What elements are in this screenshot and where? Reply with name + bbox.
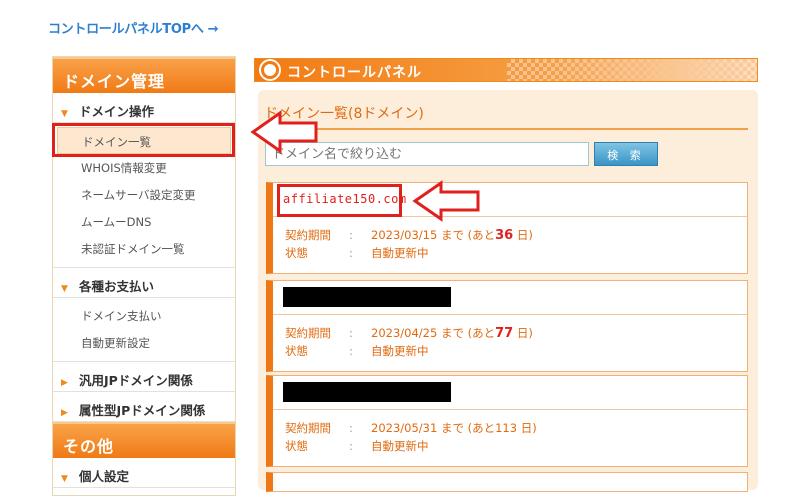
category-label: 個人設定: [79, 469, 130, 484]
domain-name-row: affiliate150.com: [273, 183, 747, 217]
triangle-right-icon: ▶: [61, 378, 68, 388]
gear-icon: [261, 61, 279, 79]
period-label: 契約期間: [285, 421, 331, 435]
sidebar-item-domain-list[interactable]: ドメイン一覧: [57, 127, 231, 154]
colon: :: [349, 344, 353, 358]
status-value: 自動更新中: [371, 439, 429, 453]
remaining-prefix: (あと: [467, 228, 496, 242]
triangle-down-icon: ▼: [61, 474, 68, 484]
sidebar-header-domain-management: ドメイン管理: [53, 57, 235, 93]
remaining-suffix: 日): [520, 421, 537, 435]
domain-meta: 契約期間: 2023/05/31 まで (あと113 日) 状態: 自動更新中: [273, 410, 747, 456]
arrow-right-icon: →: [207, 22, 219, 37]
search-button[interactable]: 検 索: [594, 142, 658, 166]
sidebar-category-personal[interactable]: ▼ 個人設定: [53, 458, 235, 488]
sidebar-item-auto-renew[interactable]: 自動更新設定: [53, 329, 235, 356]
remaining-suffix: 日): [516, 326, 533, 340]
domain-card: affiliate150.com 契約期間: 2023/03/15 まで (あと3…: [266, 182, 748, 274]
sidebar-header-other: その他: [53, 422, 235, 458]
status-label: 状態: [285, 439, 308, 453]
sidebar-category-domain-ops[interactable]: ▼ ドメイン操作: [53, 93, 235, 123]
checker-pattern: [507, 59, 757, 81]
domain-meta: 契約期間: 2023/03/15 まで (あと36 日) 状態: 自動更新中: [273, 217, 747, 263]
remaining-days: 113: [495, 421, 518, 435]
domain-name-row: [273, 281, 747, 315]
remaining-prefix: (あと: [467, 421, 496, 435]
sidebar-item-muumuu-dns[interactable]: ムームーDNS: [53, 208, 235, 235]
remaining-prefix: (あと: [467, 326, 496, 340]
status-value: 自動更新中: [371, 344, 429, 358]
until-text: まで: [440, 228, 464, 242]
domain-filter-input[interactable]: [265, 142, 589, 166]
sidebar-item-whois[interactable]: WHOIS情報変更: [53, 154, 235, 181]
sidebar-item-nameserver[interactable]: ネームサーバ設定変更: [53, 181, 235, 208]
triangle-down-icon: ▼: [61, 284, 68, 294]
remaining-days: 36: [495, 228, 514, 243]
category-label: 各種お支払い: [79, 279, 155, 294]
status-label: 状態: [285, 246, 308, 260]
sidebar-category-payments[interactable]: ▼ 各種お支払い: [53, 268, 235, 298]
category-label: 属性型JPドメイン関係: [79, 403, 206, 418]
domain-list-title: ドメイン一覧(8ドメイン): [264, 106, 424, 122]
remaining-days: 77: [495, 326, 514, 341]
category-label: ドメイン操作: [79, 104, 155, 119]
expiry-date: 2023/04/25: [371, 326, 438, 340]
redacted-domain-name: [283, 287, 451, 307]
sidebar-item-domain-payment[interactable]: ドメイン支払い: [53, 302, 235, 329]
expiry-date: 2023/03/15: [371, 228, 438, 242]
expiry-date: 2023/05/31: [371, 421, 438, 435]
panel-header-bar: コントロールパネル: [254, 58, 758, 82]
colon: :: [349, 326, 353, 340]
divider: [262, 128, 748, 130]
control-panel-top-link[interactable]: コントロールパネルTOPへ →: [48, 18, 218, 37]
triangle-right-icon: ▶: [61, 408, 68, 418]
category-label: 汎用JPドメイン関係: [79, 373, 193, 388]
status-value: 自動更新中: [371, 246, 429, 260]
triangle-down-icon: ▼: [61, 109, 68, 119]
sidebar: ドメイン管理 ▼ ドメイン操作 ドメイン一覧 WHOIS情報変更 ネームサーバ設定…: [52, 56, 236, 496]
until-text: まで: [440, 421, 464, 435]
redacted-domain-name: [283, 382, 451, 402]
sidebar-category-jp-attr[interactable]: ▶ 属性型JPドメイン関係: [53, 392, 235, 422]
domain-card: 契約期間: 2023/04/25 まで (あと77 日) 状態: 自動更新中: [266, 280, 748, 372]
domain-card: 契約期間: 2023/05/31 まで (あと113 日) 状態: 自動更新中: [266, 375, 748, 467]
domain-name-row: [273, 376, 747, 410]
period-label: 契約期間: [285, 326, 331, 340]
colon: :: [349, 246, 353, 260]
status-label: 状態: [285, 344, 308, 358]
colon: :: [349, 228, 353, 242]
sidebar-item-unverified[interactable]: 未認証ドメイン一覧: [53, 235, 235, 262]
sidebar-category-jp-general[interactable]: ▶ 汎用JPドメイン関係: [53, 362, 235, 392]
domain-card: [266, 472, 748, 492]
until-text: まで: [440, 326, 464, 340]
domain-meta: 契約期間: 2023/04/25 まで (あと77 日) 状態: 自動更新中: [273, 315, 747, 361]
panel-title: コントロールパネル: [287, 65, 422, 81]
colon: :: [349, 421, 353, 435]
colon: :: [349, 439, 353, 453]
remaining-suffix: 日): [516, 228, 533, 242]
period-label: 契約期間: [285, 228, 331, 242]
top-link-label[interactable]: コントロールパネルTOPへ: [48, 22, 204, 37]
domain-name-link[interactable]: affiliate150.com: [283, 192, 407, 206]
